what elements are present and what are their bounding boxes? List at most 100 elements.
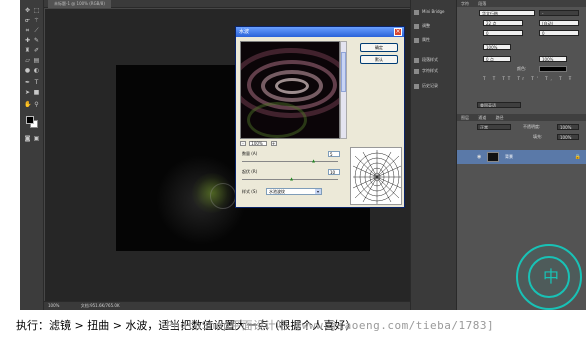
fill-field[interactable]: 100% xyxy=(557,134,579,140)
move-tool-icon[interactable]: ✥ xyxy=(24,8,31,14)
tab-channels[interactable]: 通道 xyxy=(478,115,486,120)
distortion-mesh-preview xyxy=(350,147,402,205)
watermark-logo-char: 中 xyxy=(542,267,559,286)
tracking-field[interactable]: 0 xyxy=(539,30,579,36)
quick-mask-icon[interactable]: ◙ xyxy=(24,136,31,142)
character-styles-panel-button[interactable]: 字符样式 xyxy=(414,67,438,75)
character-panel-tabs: 字符 段落 xyxy=(457,0,586,7)
layer-thumbnail xyxy=(487,152,499,162)
filter-preview[interactable] xyxy=(240,41,340,139)
watermark-logo: 中 xyxy=(516,244,582,310)
hand-tool-icon[interactable]: ✋ xyxy=(24,102,31,108)
ridges-slider-knob[interactable]: ▲ xyxy=(290,177,294,181)
default-button[interactable]: 默认 xyxy=(360,55,398,64)
status-zoom[interactable]: 100% xyxy=(48,303,59,308)
mesh-grid-graphic xyxy=(352,150,401,204)
collapsed-panel-dock: Mini Bridge 调整 属性 段落样式 字符样式 历史记录 xyxy=(410,0,456,310)
marquee-tool-icon[interactable]: ⬚ xyxy=(33,8,40,14)
type-style-buttons[interactable]: T T TT Tr T' T, T Ŧ xyxy=(483,76,574,82)
font-style-select[interactable]: - xyxy=(539,10,579,16)
horizontal-scale-field[interactable]: 100% xyxy=(539,56,567,62)
ridges-label: 起伏 (R) xyxy=(242,169,258,174)
type-tool-icon[interactable]: T xyxy=(33,80,40,86)
document-tab-bar: 未标题-1 @ 100% (RGB/8) xyxy=(44,0,410,8)
amount-label: 数量 (A) xyxy=(242,151,258,156)
language-select[interactable]: 美国英语 xyxy=(477,102,521,108)
gradient-tool-icon[interactable]: ▤ xyxy=(33,58,40,64)
zoom-in-button[interactable]: + xyxy=(270,141,277,146)
close-icon[interactable]: × xyxy=(394,28,402,36)
properties-panel-button[interactable]: 属性 xyxy=(414,36,430,44)
ripple-ring-4 xyxy=(275,78,309,94)
preview-scrollbar-thumb[interactable] xyxy=(341,52,346,92)
tab-paths[interactable]: 路径 xyxy=(496,115,504,120)
zoom-tool-icon[interactable]: ⚲ xyxy=(33,102,40,108)
ok-button[interactable]: 确定 xyxy=(360,43,398,52)
status-doc-info: 文档:951.6K/765.0K xyxy=(80,303,120,308)
tab-paragraph[interactable]: 段落 xyxy=(478,1,486,6)
text-color-swatch[interactable] xyxy=(539,66,567,72)
pen-tool-icon[interactable]: ✒ xyxy=(24,80,31,86)
kerning-field[interactable]: 0 xyxy=(483,30,523,36)
preview-scrollbar[interactable] xyxy=(340,41,347,139)
fill-label: 填充: xyxy=(533,134,543,139)
paragraph-styles-icon xyxy=(414,57,419,63)
color-label: 颜色: xyxy=(517,66,527,71)
caption-watermark: PhotoShop平面设计吧 [www.jiaoeng.com/tieba/17… xyxy=(166,319,495,332)
lasso-tool-icon[interactable]: ᓂ xyxy=(24,18,31,24)
healing-brush-icon[interactable]: ✚ xyxy=(24,38,31,44)
foreground-color-swatch[interactable] xyxy=(26,116,34,124)
style-select[interactable]: 水池波纹 ▾ xyxy=(266,188,322,195)
amount-slider-knob[interactable]: ▲ xyxy=(312,159,316,163)
mini-bridge-panel-button[interactable]: Mini Bridge xyxy=(414,8,445,16)
blend-mode-select[interactable]: 正常 xyxy=(477,124,511,130)
baseline-shift-field[interactable]: 0 点 xyxy=(483,56,511,62)
history-brush-icon[interactable]: ✐ xyxy=(33,48,40,54)
history-panel-button[interactable]: 历史记录 xyxy=(414,82,438,90)
leading-field[interactable]: (自动) xyxy=(539,20,579,26)
tab-character[interactable]: 字符 xyxy=(461,1,469,6)
adjustments-icon xyxy=(414,23,419,29)
chevron-down-icon[interactable]: ▾ xyxy=(315,189,321,194)
character-styles-icon xyxy=(414,68,419,74)
document-tab[interactable]: 未标题-1 @ 100% (RGB/8) xyxy=(48,0,111,8)
paragraph-styles-panel-button[interactable]: 段落样式 xyxy=(414,56,438,64)
dialog-title: 水波 × xyxy=(236,27,404,37)
toolbox: ✥ ⬚ ᓂ ⚚ ⌗ ⟋ ✚ ✎ ♜ ✐ ▱ ▤ ● ◐ ✒ T ➤ ■ ✋ ⚲ … xyxy=(20,0,44,310)
adjustments-panel-button[interactable]: 调整 xyxy=(414,22,430,30)
path-selection-icon[interactable]: ➤ xyxy=(24,90,31,96)
eye-icon[interactable]: ◉ xyxy=(477,154,481,160)
opacity-label: 不透明度: xyxy=(523,124,541,129)
screen-mode-icon[interactable]: ▣ xyxy=(33,136,40,142)
magic-wand-icon[interactable]: ⚚ xyxy=(33,18,40,24)
layer-name: 背景 xyxy=(505,154,513,159)
vertical-scale-field[interactable]: 100% xyxy=(483,44,511,50)
crop-tool-icon[interactable]: ⌗ xyxy=(24,28,31,34)
zoom-level-select[interactable]: 100% xyxy=(249,141,268,146)
clone-stamp-icon[interactable]: ♜ xyxy=(24,48,31,54)
amount-slider-track[interactable] xyxy=(242,161,338,162)
brush-tool-icon[interactable]: ✎ xyxy=(33,38,40,44)
amount-field[interactable]: 5 xyxy=(328,151,340,157)
status-bar: 100% 文档:951.6K/765.0K xyxy=(44,301,410,310)
tab-layers[interactable]: 图层 xyxy=(461,115,469,120)
watermark-logo-inner-ring: 中 xyxy=(528,256,570,298)
history-icon xyxy=(414,83,419,89)
dialog-title-text: 水波 xyxy=(239,29,250,35)
layer-row-selected[interactable]: ◉ 背景 🔒 xyxy=(457,150,586,164)
ocean-ripple-dialog: 水波 × - 100% + 确定 默认 数量 (A) 5 ▲ 起伏 (R) 10… xyxy=(235,26,405,208)
photoshop-window: ✥ ⬚ ᓂ ⚚ ⌗ ⟋ ✚ ✎ ♜ ✐ ▱ ▤ ● ◐ ✒ T ➤ ■ ✋ ⚲ … xyxy=(20,0,586,310)
mini-bridge-icon xyxy=(414,9,419,15)
font-size-field[interactable]: 22 点 xyxy=(483,20,523,26)
eraser-icon[interactable]: ▱ xyxy=(24,58,31,64)
dodge-tool-icon[interactable]: ◐ xyxy=(33,68,40,74)
eyedropper-icon[interactable]: ⟋ xyxy=(33,28,40,34)
ridges-field[interactable]: 10 xyxy=(328,169,340,175)
font-family-select[interactable]: 华文行楷 xyxy=(479,10,535,16)
opacity-field[interactable]: 100% xyxy=(557,124,579,130)
style-select-value: 水池波纹 xyxy=(269,189,285,194)
blur-tool-icon[interactable]: ● xyxy=(24,68,31,74)
shape-tool-icon[interactable]: ■ xyxy=(33,90,40,96)
zoom-out-button[interactable]: - xyxy=(240,141,246,146)
layers-panel-tabs: 图层 通道 路径 xyxy=(457,114,586,121)
